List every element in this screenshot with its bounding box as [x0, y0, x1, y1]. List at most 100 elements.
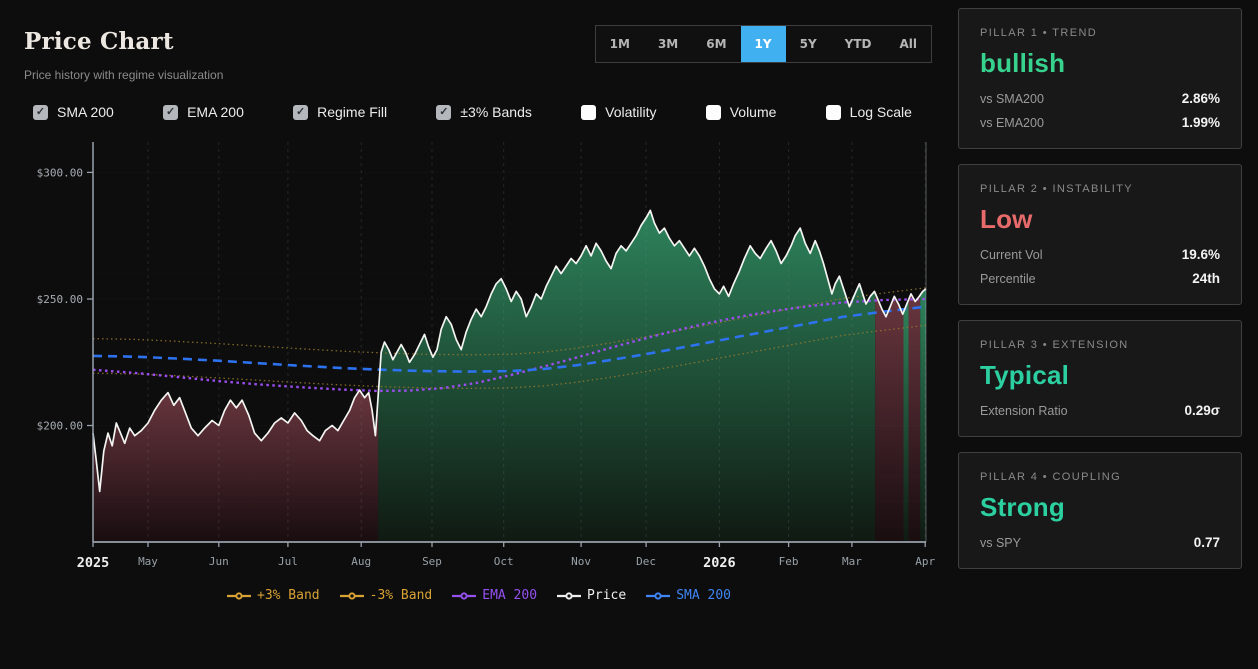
- svg-text:Apr: Apr: [915, 555, 935, 568]
- pillar-value: Low: [980, 204, 1220, 235]
- range-button-3m[interactable]: 3M: [644, 26, 692, 62]
- sma-200-marker-icon: [646, 591, 670, 601]
- range-button-5y[interactable]: 5Y: [786, 26, 831, 62]
- svg-text:$250.00: $250.00: [37, 293, 83, 306]
- metric-row-vs-spy: vs SPY 0.77: [980, 535, 1220, 550]
- ema-200-marker-icon: [452, 591, 476, 601]
- price-marker-icon: [557, 591, 581, 601]
- range-button-ytd[interactable]: YTD: [831, 26, 886, 62]
- legend-label: -3% Band: [370, 588, 433, 603]
- checkbox-unchecked-icon: [581, 105, 596, 120]
- toggle-3-bands[interactable]: ±3% Bands: [436, 104, 532, 120]
- svg-text:2025: 2025: [77, 555, 110, 571]
- toggle-label: Regime Fill: [317, 104, 387, 120]
- toggle-ema-200[interactable]: EMA 200: [163, 104, 244, 120]
- metric-label: vs EMA200: [980, 116, 1044, 130]
- checkbox-checked-icon: [163, 105, 178, 120]
- toggle-volume[interactable]: Volume: [706, 104, 777, 120]
- toggle-label: SMA 200: [57, 104, 114, 120]
- app-root: Price Chart Price history with regime vi…: [0, 0, 1258, 669]
- toggle-volatility[interactable]: Volatility: [581, 104, 656, 120]
- pillar-label: PILLAR 4 • COUPLING: [980, 471, 1220, 483]
- metric-label: Extension Ratio: [980, 404, 1068, 418]
- chart-header: Price Chart Price history with regime vi…: [0, 0, 958, 82]
- svg-text:Dec: Dec: [636, 555, 656, 568]
- metric-value: 0.29σ: [1184, 403, 1220, 418]
- range-button-6m[interactable]: 6M: [692, 26, 740, 62]
- metric-label: Current Vol: [980, 248, 1043, 262]
- range-button-1y[interactable]: 1Y: [741, 26, 786, 62]
- legend-label: SMA 200: [676, 588, 731, 603]
- metric-value: 19.6%: [1182, 247, 1220, 262]
- price-chart: $300.00$250.00$200.002025MayJunJulAugSep…: [0, 134, 940, 586]
- metric-row-extension-ratio: Extension Ratio 0.29σ: [980, 403, 1220, 418]
- toggle-regime-fill[interactable]: Regime Fill: [293, 104, 387, 120]
- metric-row-vs-ema200: vs EMA200 1.99%: [980, 115, 1220, 130]
- range-selector: 1M3M6M1Y5YYTDAll: [595, 25, 932, 63]
- pillar-label: PILLAR 2 • INSTABILITY: [980, 183, 1220, 195]
- toggle-label: Volatility: [605, 104, 656, 120]
- toggle-label: EMA 200: [187, 104, 244, 120]
- checkbox-unchecked-icon: [826, 105, 841, 120]
- pillar-card-1: PILLAR 1 • TRENDbullishvs SMA2002.86%vs …: [958, 8, 1242, 149]
- range-button-1m[interactable]: 1M: [596, 26, 644, 62]
- pillar-column: PILLAR 1 • TRENDbullishvs SMA2002.86%vs …: [958, 8, 1242, 669]
- legend-item-3-band: +3% Band: [227, 588, 320, 603]
- svg-text:Mar: Mar: [842, 555, 862, 568]
- pillar-metrics: vs SMA200 2.86% vs EMA200 1.99%: [980, 91, 1220, 130]
- pillar-label: PILLAR 1 • TREND: [980, 27, 1220, 39]
- toggle-row: SMA 200 EMA 200 Regime Fill ±3% Bands Volati…: [33, 104, 912, 120]
- 3-band-marker-icon: [227, 591, 251, 601]
- checkbox-checked-icon: [293, 105, 308, 120]
- pillar-metrics: Extension Ratio 0.29σ: [980, 403, 1220, 418]
- toggle-label: Log Scale: [850, 104, 912, 120]
- metric-row-percentile: Percentile 24th: [980, 271, 1220, 286]
- svg-text:$200.00: $200.00: [37, 420, 83, 433]
- pillar-value: Strong: [980, 492, 1220, 523]
- metric-label: vs SMA200: [980, 92, 1044, 106]
- pillar-card-2: PILLAR 2 • INSTABILITY Low Current Vol 19.6…: [958, 164, 1242, 305]
- pillar-metrics: vs SPY 0.77: [980, 535, 1220, 550]
- svg-text:$300.00: $300.00: [37, 166, 83, 179]
- svg-text:Jul: Jul: [278, 555, 298, 568]
- page-subtitle: Price history with regime visualization: [24, 68, 223, 82]
- chart-legend: +3% Band -3% Band EMA 200 Price SMA 200: [0, 588, 958, 603]
- pillar-card-4: PILLAR 4 • COUPLING Strong vs SPY 0.77: [958, 452, 1242, 569]
- checkbox-unchecked-icon: [706, 105, 721, 120]
- pillar-card-3: PILLAR 3 • EXTENSION Typical Extension Rat…: [958, 320, 1242, 437]
- checkbox-checked-icon: [436, 105, 451, 120]
- toggle-label: Volume: [730, 104, 777, 120]
- toggle-log-scale[interactable]: Log Scale: [826, 104, 912, 120]
- svg-text:Sep: Sep: [422, 555, 442, 568]
- metric-row-current-vol: Current Vol 19.6%: [980, 247, 1220, 262]
- svg-text:Nov: Nov: [571, 555, 591, 568]
- pillar-label: PILLAR 3 • EXTENSION: [980, 339, 1220, 351]
- range-button-all[interactable]: All: [885, 26, 931, 62]
- metric-value: 1.99%: [1182, 115, 1220, 130]
- 3-band-marker-icon: [340, 591, 364, 601]
- toggle-label: ±3% Bands: [460, 104, 532, 120]
- pillar-value: bullish: [980, 48, 1220, 79]
- metric-value: 0.77: [1194, 535, 1220, 550]
- legend-item-ema-200: EMA 200: [452, 588, 537, 603]
- metric-label: Percentile: [980, 272, 1036, 286]
- metric-row-vs-sma200: vs SMA200 2.86%: [980, 91, 1220, 106]
- svg-text:May: May: [138, 555, 158, 568]
- legend-label: EMA 200: [482, 588, 537, 603]
- legend-label: Price: [587, 588, 626, 603]
- page-title: Price Chart: [24, 28, 223, 55]
- toggle-sma-200[interactable]: SMA 200: [33, 104, 114, 120]
- metric-label: vs SPY: [980, 536, 1021, 550]
- legend-item-sma-200: SMA 200: [646, 588, 731, 603]
- pillar-value: Typical: [980, 360, 1220, 391]
- svg-text:2026: 2026: [703, 555, 736, 571]
- checkbox-checked-icon: [33, 105, 48, 120]
- svg-text:Feb: Feb: [779, 555, 799, 568]
- svg-text:Oct: Oct: [494, 555, 514, 568]
- metric-value: 24th: [1192, 271, 1220, 286]
- regime-fill: [93, 210, 926, 542]
- metric-value: 2.86%: [1182, 91, 1220, 106]
- svg-text:Aug: Aug: [351, 555, 371, 568]
- legend-item-price: Price: [557, 588, 626, 603]
- pillar-metrics: Current Vol 19.6% Percentile 24th: [980, 247, 1220, 286]
